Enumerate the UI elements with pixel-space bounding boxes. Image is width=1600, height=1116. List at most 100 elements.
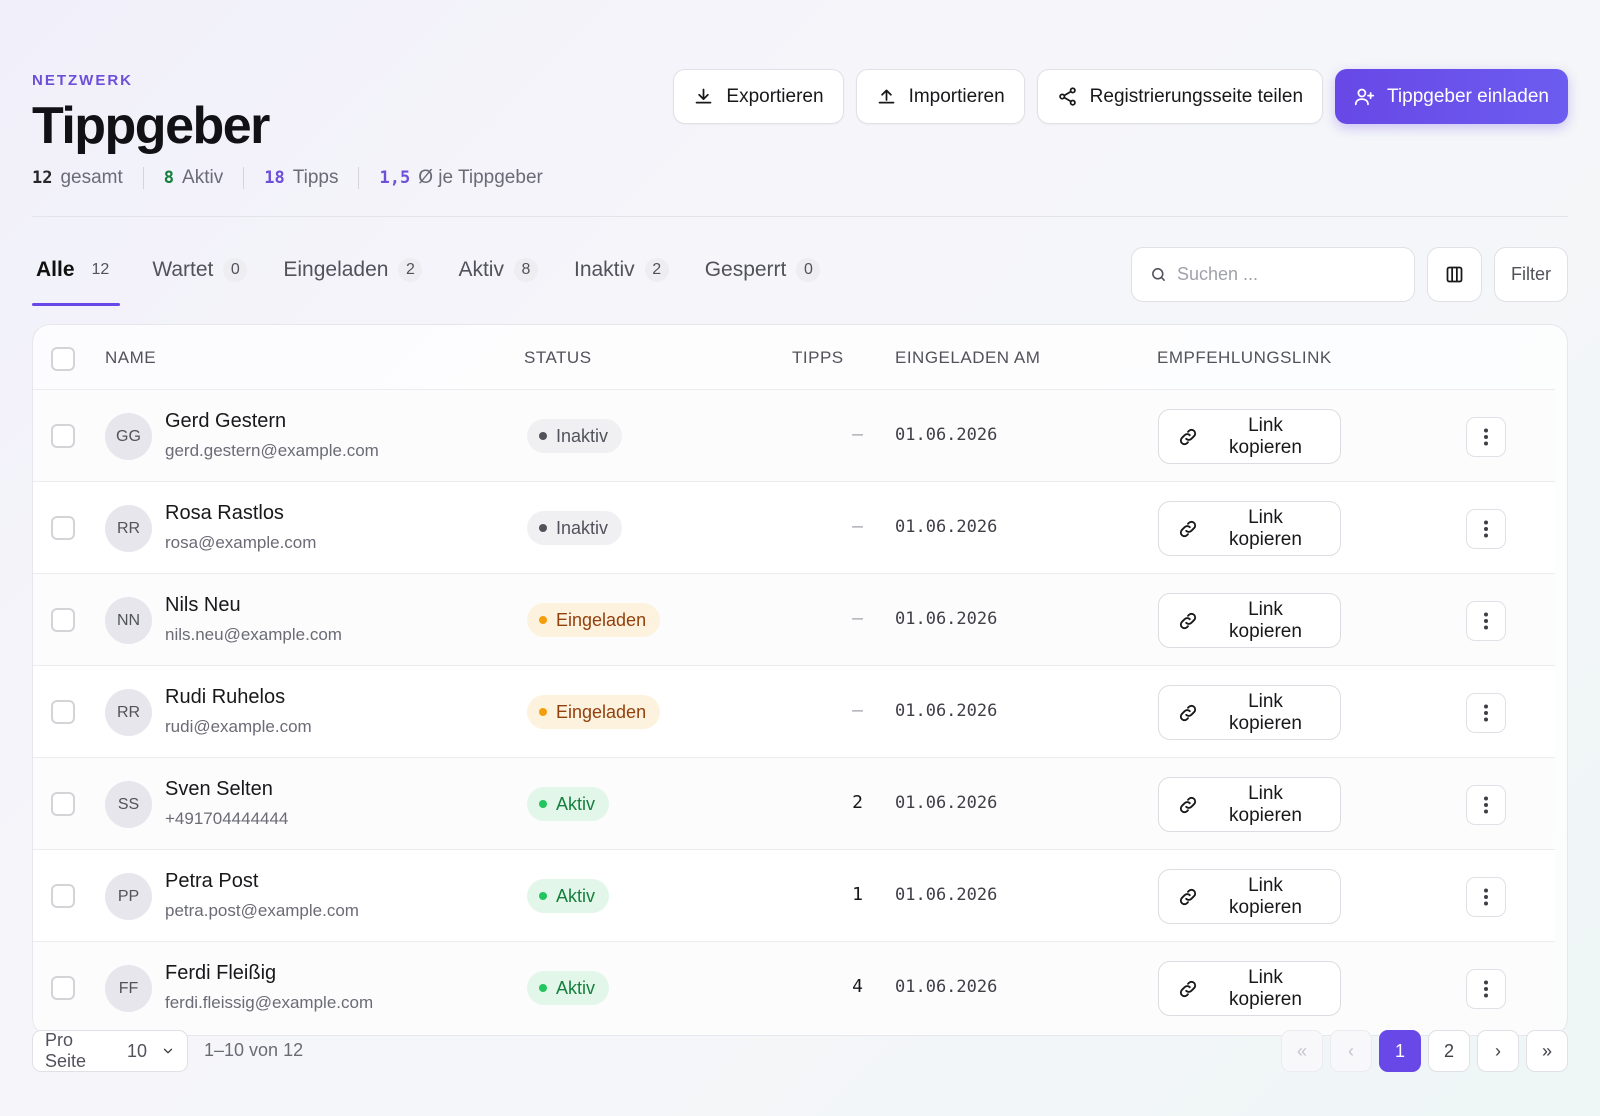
tab-gesperrt[interactable]: Gesperrt 0: [701, 246, 825, 306]
status-badge: Eingeladen: [527, 603, 661, 637]
status-label: Aktiv: [556, 977, 596, 998]
copy-link-label: Link kopieren: [1229, 414, 1302, 458]
page: NETZWERK Tippgeber 12 gesamt 8 Aktiv 18 …: [32, 0, 1568, 1116]
invite-button[interactable]: Tippgeber einladen: [1335, 69, 1568, 124]
link-icon: [1179, 980, 1197, 997]
status-label: Eingeladen: [556, 609, 647, 630]
copy-link-button[interactable]: Link kopieren: [1158, 777, 1341, 832]
tipps-count: 1: [852, 884, 863, 905]
row-actions-button[interactable]: [1466, 969, 1506, 1009]
row-actions-button[interactable]: [1466, 509, 1506, 549]
row-checkbox[interactable]: [51, 700, 75, 724]
row-actions-button[interactable]: [1466, 417, 1506, 457]
tab-wartet[interactable]: Wartet 0: [148, 246, 251, 306]
row-checkbox[interactable]: [51, 608, 75, 632]
table-row[interactable]: GG Gerd Gestern gerd.gestern@example.com In…: [33, 389, 1555, 482]
per-page-select[interactable]: Pro Seite 10: [32, 1030, 188, 1072]
share-icon: [1058, 87, 1076, 106]
download-icon: [696, 88, 712, 104]
referrer-contact: +491704444444: [165, 809, 289, 828]
stat-active: 8 Aktiv: [142, 167, 243, 189]
tab-eingeladen[interactable]: Eingeladen 2: [279, 246, 426, 306]
row-actions-button[interactable]: [1466, 785, 1506, 825]
filter-button[interactable]: Filter: [1494, 247, 1568, 302]
status-label: Inaktiv: [556, 517, 609, 538]
row-checkbox[interactable]: [51, 792, 75, 816]
column-header-name: NAME: [105, 348, 157, 367]
row-checkbox[interactable]: [51, 976, 75, 1000]
invited-date: 01.06.2026: [895, 977, 998, 997]
table-row[interactable]: NN Nils Neu nils.neu@example.com Eingeladen…: [33, 573, 1555, 666]
link-icon: [1179, 796, 1197, 813]
tab-label: Aktiv: [458, 258, 504, 281]
copy-link-label: Link kopieren: [1229, 782, 1302, 826]
status-dot: [539, 800, 547, 808]
row-actions-button[interactable]: [1466, 877, 1506, 917]
more-vertical-icon: [1484, 704, 1488, 722]
page-1-button[interactable]: 1: [1379, 1030, 1421, 1072]
table-header: NAME STATUS TIPPS EINGELADEN AM EMPFEHLU…: [33, 325, 1567, 389]
tab-count: 12: [91, 261, 110, 278]
table-row[interactable]: SS Sven Selten +491704444444 Aktiv 2 01.06.20…: [33, 757, 1555, 850]
share-registration-button[interactable]: Registrierungsseite teilen: [1036, 69, 1324, 124]
columns-button[interactable]: [1427, 247, 1482, 302]
row-checkbox[interactable]: [51, 884, 75, 908]
search-input[interactable]: [1177, 264, 1387, 285]
next-page-button[interactable]: ›: [1477, 1030, 1519, 1072]
invited-date: 01.06.2026: [895, 885, 998, 905]
link-icon: [1179, 888, 1197, 905]
copy-link-button[interactable]: Link kopieren: [1158, 961, 1341, 1016]
header-divider: [32, 216, 1568, 217]
export-button[interactable]: Exportieren: [673, 69, 844, 124]
table-row[interactable]: RR Rudi Ruhelos rudi@example.com Eingeladen…: [33, 665, 1555, 758]
prev-page-button[interactable]: ‹: [1330, 1030, 1372, 1072]
stat-active-label: Aktiv: [182, 167, 224, 188]
search-icon: [1152, 268, 1165, 281]
copy-link-label: Link kopieren: [1229, 690, 1302, 734]
column-header-invited: EINGELADEN AM: [895, 348, 1041, 367]
avatar: NN: [105, 597, 152, 644]
upload-icon: [878, 89, 894, 104]
share-label: Registrierungsseite teilen: [1089, 85, 1304, 107]
copy-link-button[interactable]: Link kopieren: [1158, 685, 1341, 740]
status-tabs: Alle 12 Wartet 0 Eingeladen 2 Aktiv 8 In…: [32, 246, 824, 306]
row-checkbox[interactable]: [51, 424, 75, 448]
tab-count: 8: [513, 258, 538, 282]
invited-date: 01.06.2026: [895, 701, 998, 721]
stat-total-label: gesamt: [60, 167, 123, 188]
pagination-range: 1–10 von 12: [204, 1040, 304, 1060]
row-checkbox[interactable]: [51, 516, 75, 540]
tab-aktiv[interactable]: Aktiv 8: [454, 246, 542, 306]
tab-alle[interactable]: Alle 12: [32, 246, 121, 306]
table-row[interactable]: FF Ferdi Fleißig ferdi.fleissig@example.co…: [33, 941, 1555, 1034]
invited-date: 01.06.2026: [895, 609, 998, 629]
avatar: GG: [105, 413, 152, 460]
status-dot: [539, 524, 547, 532]
row-actions-button[interactable]: [1466, 693, 1506, 733]
referrer-contact: rudi@example.com: [165, 717, 312, 736]
stat-total: 12 gesamt: [32, 167, 143, 189]
status-dot: [539, 432, 547, 440]
stats-bar: 12 gesamt 8 Aktiv 18 Tipps 1,5 Ø je Tipp…: [32, 166, 563, 190]
last-page-button[interactable]: »: [1526, 1030, 1568, 1072]
copy-link-button[interactable]: Link kopieren: [1158, 409, 1341, 464]
copy-link-label: Link kopieren: [1229, 598, 1302, 642]
import-button[interactable]: Importieren: [855, 69, 1025, 124]
first-page-button[interactable]: «: [1281, 1030, 1323, 1072]
copy-link-button[interactable]: Link kopieren: [1158, 593, 1341, 648]
per-page-value: 10: [126, 1040, 148, 1061]
row-actions-button[interactable]: [1466, 601, 1506, 641]
stat-average-label: Ø je Tippgeber: [418, 167, 543, 188]
tab-inaktiv[interactable]: Inaktiv 2: [570, 246, 673, 306]
tipps-count: –: [852, 700, 863, 721]
more-vertical-icon: [1484, 428, 1488, 446]
copy-link-label: Link kopieren: [1229, 874, 1302, 918]
select-all-checkbox[interactable]: [51, 347, 75, 371]
page-2-button[interactable]: 2: [1428, 1030, 1470, 1072]
copy-link-button[interactable]: Link kopieren: [1158, 869, 1341, 924]
table-row[interactable]: RR Rosa Rastlos rosa@example.com Inaktiv – 01…: [33, 481, 1555, 574]
table-row[interactable]: PP Petra Post petra.post@example.com Aktiv 1…: [33, 849, 1555, 942]
referrer-name: Sven Selten: [165, 778, 273, 800]
referrer-name: Rudi Ruhelos: [165, 686, 286, 708]
copy-link-button[interactable]: Link kopieren: [1158, 501, 1341, 556]
